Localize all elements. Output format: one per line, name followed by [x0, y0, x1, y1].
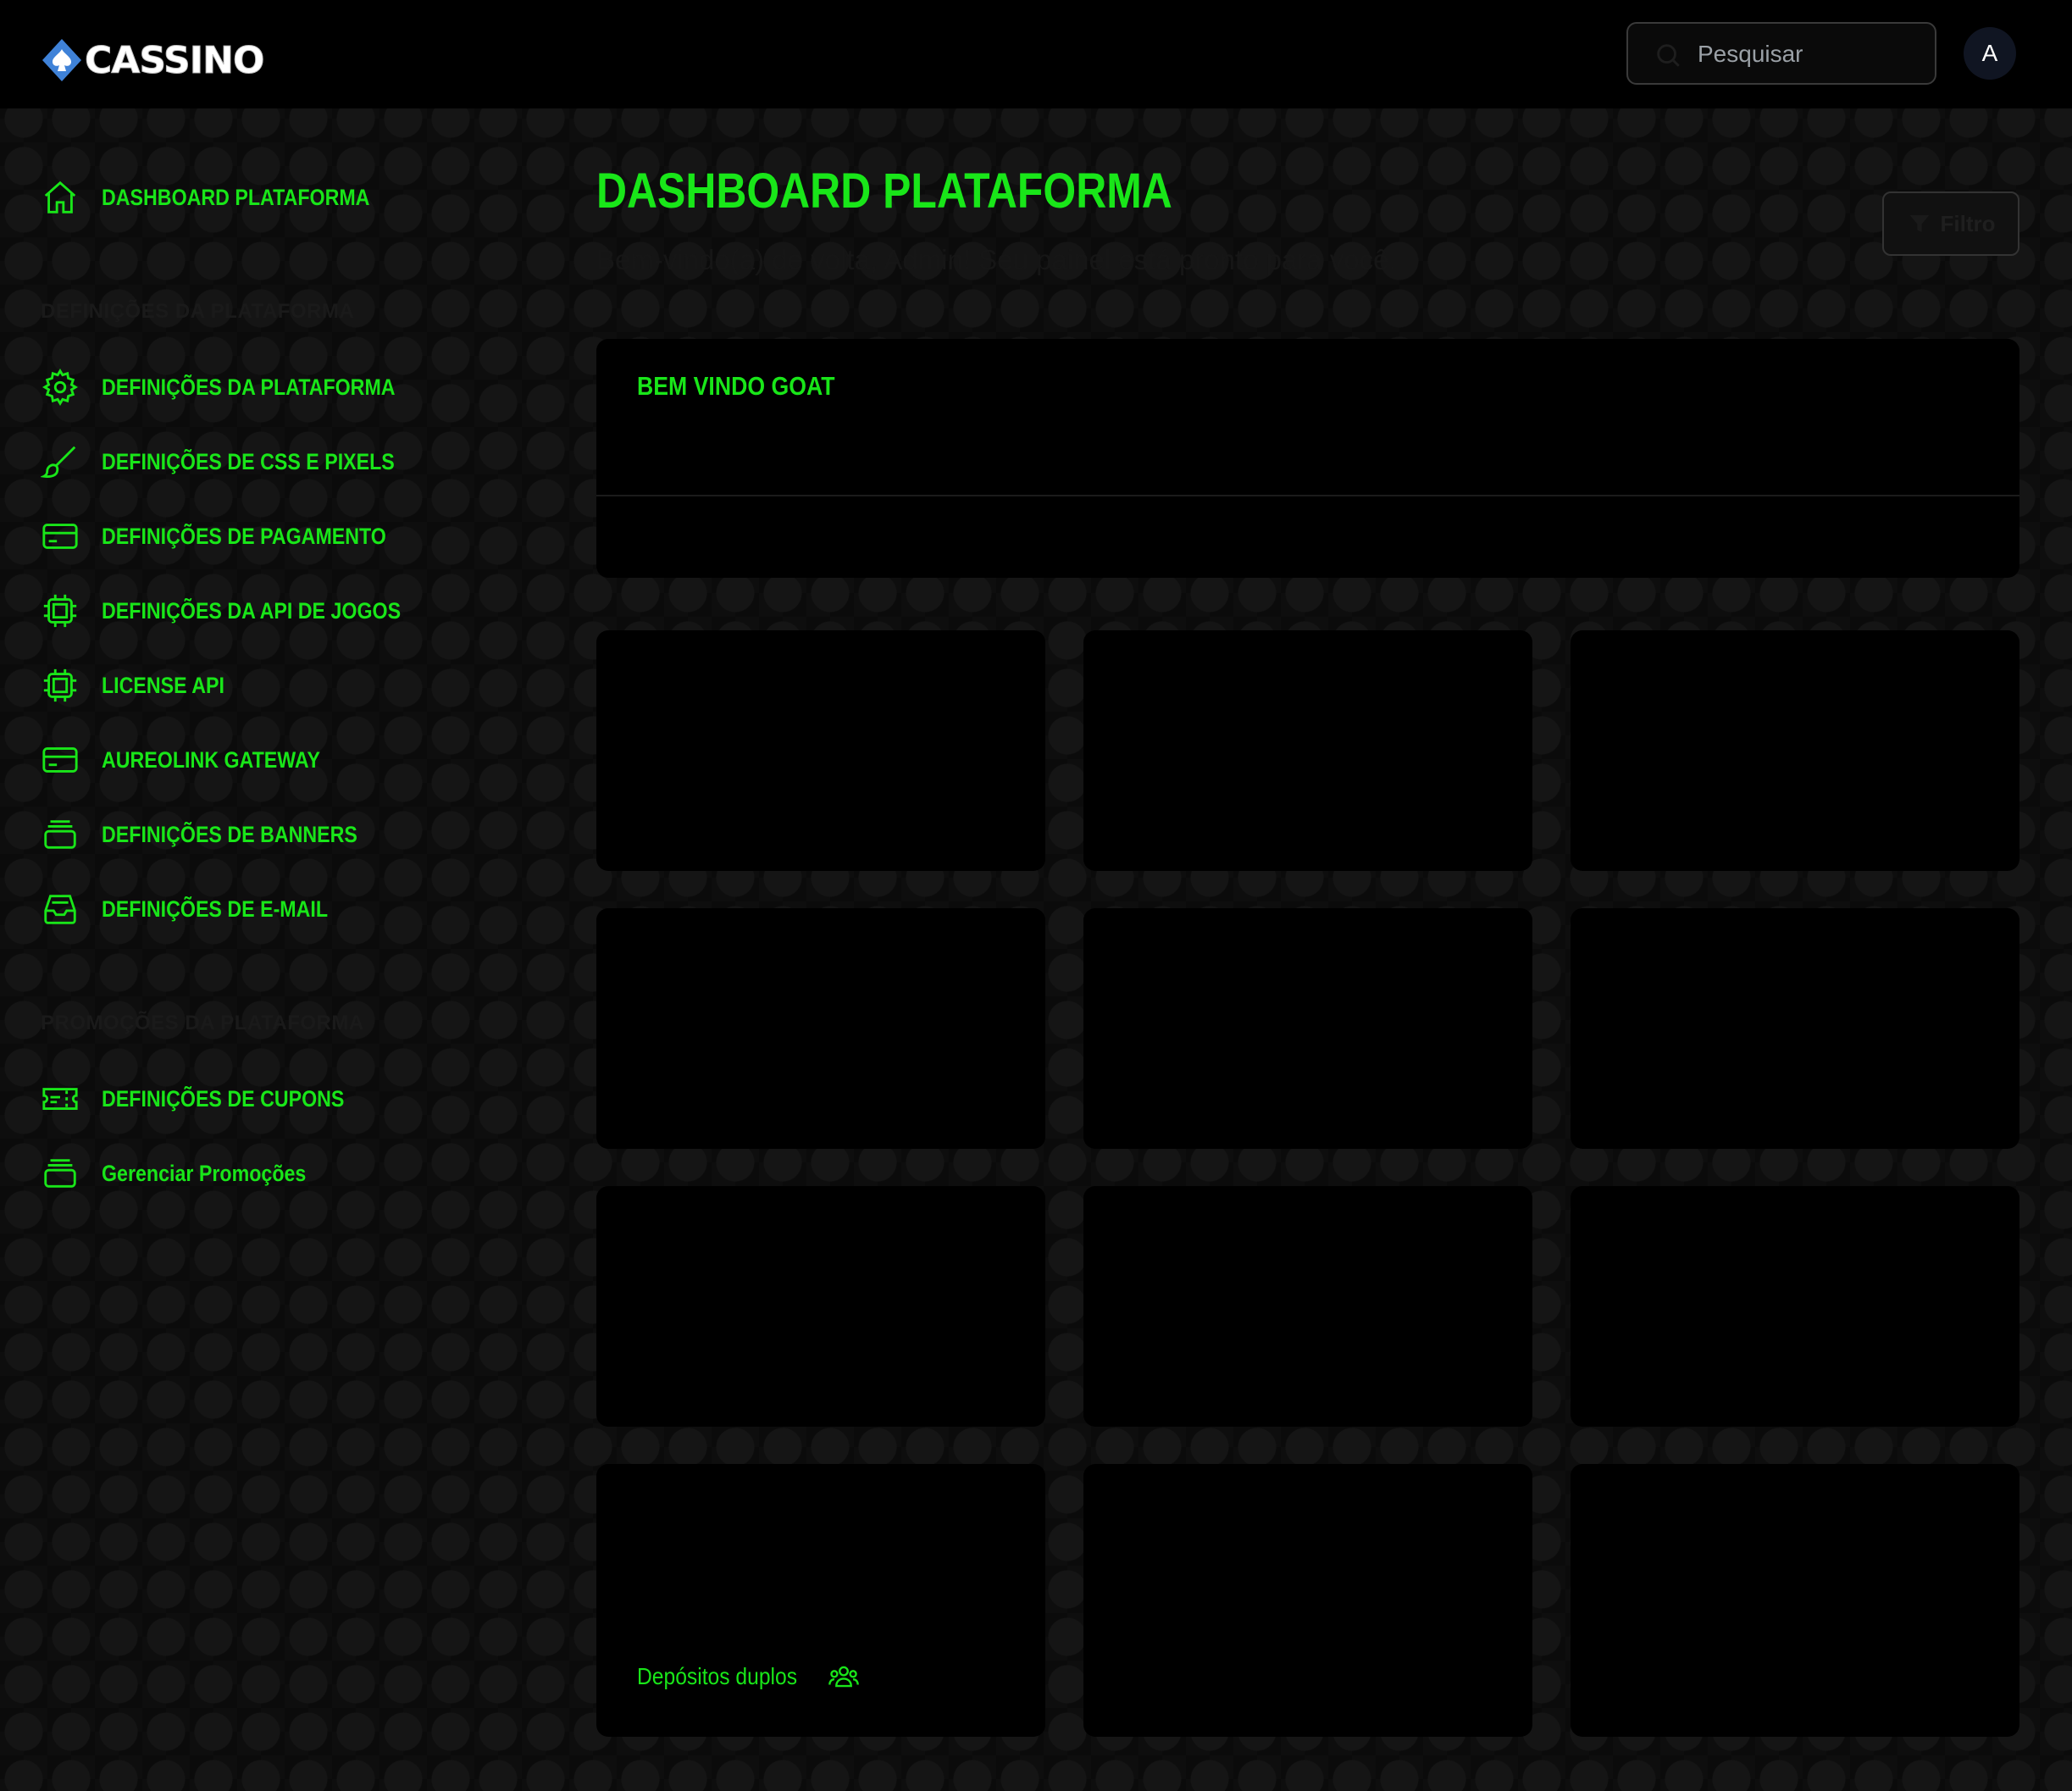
search-icon [1657, 44, 1680, 67]
sidebar-item-label: DEFINIÇÕES DE CSS E PIXELS [102, 448, 395, 474]
sidebar-item-platform-settings[interactable]: DEFINIÇÕES DA PLATAFORMA [41, 368, 443, 407]
chip-icon [43, 594, 77, 628]
sidebar-item-label: AUREOLINK GATEWAY [102, 746, 321, 773]
sidebar-item-games-api[interactable]: DEFINIÇÕES DA API DE JOGOS [41, 591, 450, 630]
page-subtitle: Bem-vindo(a) de volta, Admin! Seu painel… [596, 244, 1397, 275]
logo[interactable]: CASSINO [41, 37, 265, 83]
sidebar-item-label: DEFINIÇÕES DE BANNERS [102, 821, 357, 847]
user-avatar[interactable]: A [1964, 27, 2016, 80]
stat-card [1083, 908, 1532, 1149]
stat-card [596, 1186, 1045, 1427]
inbox-icon [44, 895, 76, 924]
home-icon [44, 180, 76, 213]
brush-icon [41, 446, 76, 479]
credit-card-icon [42, 747, 78, 773]
stat-card-double-deposits: Depósitos duplos [596, 1464, 1045, 1737]
sidebar-item-label: DEFINIÇÕES DE CUPONS [102, 1085, 345, 1112]
stat-card [1571, 1464, 2019, 1737]
sidebar-item-banners[interactable]: DEFINIÇÕES DE BANNERS [41, 815, 399, 854]
stat-card [1083, 1186, 1532, 1427]
welcome-card: BEM VINDO GOAT [596, 339, 2019, 578]
sidebar-item-label: DEFINIÇÕES DA API DE JOGOS [102, 597, 402, 624]
funnel-icon [1909, 215, 1929, 232]
section-title-promos: PROMOÇÕES DA PLATAFORMA [41, 1012, 364, 1034]
sidebar-item-label: DEFINIÇÕES DA PLATAFORMA [102, 374, 396, 400]
sidebar-item-label: Gerenciar Promoções [102, 1160, 307, 1186]
sidebar-item-license-api[interactable]: LICENSE API [41, 666, 245, 705]
sidebar-item-css-pixels[interactable]: DEFINIÇÕES DE CSS E PIXELS [41, 442, 442, 481]
sidebar-item-label: DEFINIÇÕES DE PAGAMENTO [102, 523, 386, 549]
stat-card [596, 630, 1045, 871]
search-box[interactable] [1626, 22, 1936, 85]
page-title: DASHBOARD PLATAFORMA [596, 164, 1172, 219]
search-input[interactable] [1696, 34, 1920, 75]
stat-card [1571, 1186, 2019, 1427]
sidebar-item-email[interactable]: DEFINIÇÕES DE E-MAIL [41, 890, 365, 929]
stack-icon [44, 1159, 76, 1188]
double-deposits-label: Depósitos duplos [637, 1663, 798, 1689]
sidebar-item-manage-promotions[interactable]: Gerenciar Promoções [41, 1154, 340, 1193]
ticket-icon [42, 1088, 78, 1110]
sidebar-item-dashboard[interactable]: DASHBOARD PLATAFORMA [41, 178, 413, 217]
sidebar-item-label: DASHBOARD PLATAFORMA [102, 184, 370, 210]
credit-card-icon [42, 524, 78, 549]
logo-text: CASSINO [84, 38, 264, 82]
sidebar-item-coupons[interactable]: DEFINIÇÕES DE CUPONS [41, 1079, 384, 1118]
stat-card [596, 908, 1045, 1149]
diamond-spade-logo-icon [42, 39, 81, 81]
double-deposits-link[interactable]: Depósitos duplos [637, 1661, 860, 1693]
chip-icon [43, 668, 77, 702]
sidebar-item-payment[interactable]: DEFINIÇÕES DE PAGAMENTO [41, 517, 433, 556]
sidebar-item-label: DEFINIÇÕES DE E-MAIL [102, 896, 329, 922]
filter-button[interactable]: Filtro [1882, 191, 2019, 256]
stack-icon [44, 820, 76, 849]
filter-label: Filtro [1940, 210, 1996, 236]
sidebar-item-label: LICENSE API [102, 672, 224, 698]
sidebar-item-aureolink-gateway[interactable]: AUREOLINK GATEWAY [41, 740, 356, 779]
stat-card [1571, 630, 2019, 871]
top-bar: CASSINO A [0, 0, 2072, 108]
gear-icon [42, 369, 79, 406]
section-title-settings: DEFINIÇÕES DA PLATAFORMA [41, 300, 355, 323]
users-group-icon [828, 1666, 859, 1688]
stat-card [1083, 1464, 1532, 1737]
stat-card [1571, 908, 2019, 1149]
stat-card [1083, 630, 1532, 871]
divider [596, 495, 2019, 496]
welcome-title: BEM VINDO GOAT [637, 371, 835, 401]
